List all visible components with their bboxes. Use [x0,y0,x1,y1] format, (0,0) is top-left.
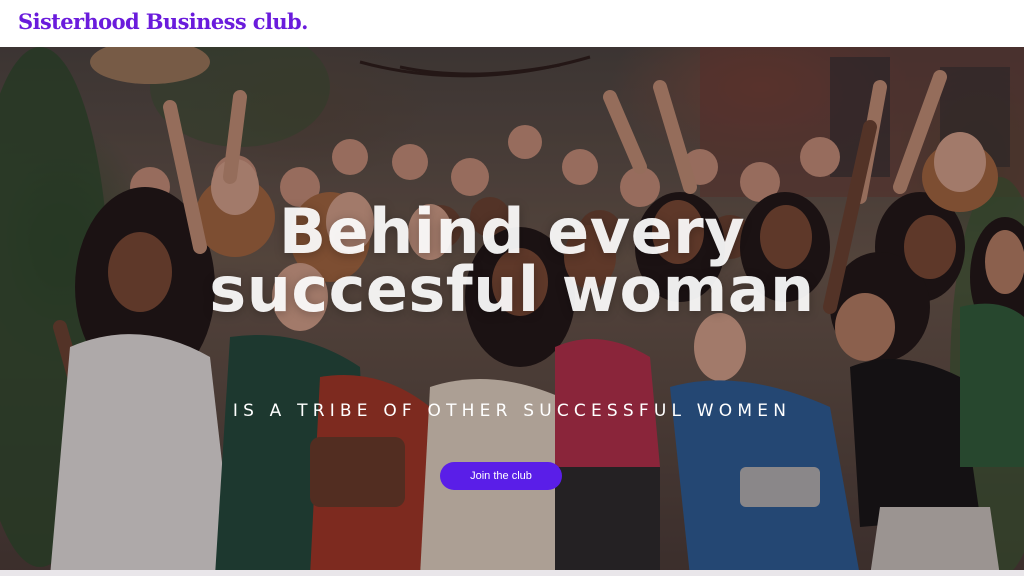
page: Sisterhood Business club. Behind every s… [0,0,1024,576]
hero-headline-line-2: succesful woman [209,253,815,326]
hero-headline: Behind every succesful woman [0,201,1024,326]
site-header: Sisterhood Business club. [0,0,1024,47]
site-logo[interactable]: Sisterhood Business club. [18,9,308,34]
join-the-club-button[interactable]: Join the club [440,462,562,490]
hero-tagline: IS A TRIBE OF OTHER SUCCESSFUL WOMEN [232,401,792,421]
bottom-strip [0,570,1024,576]
